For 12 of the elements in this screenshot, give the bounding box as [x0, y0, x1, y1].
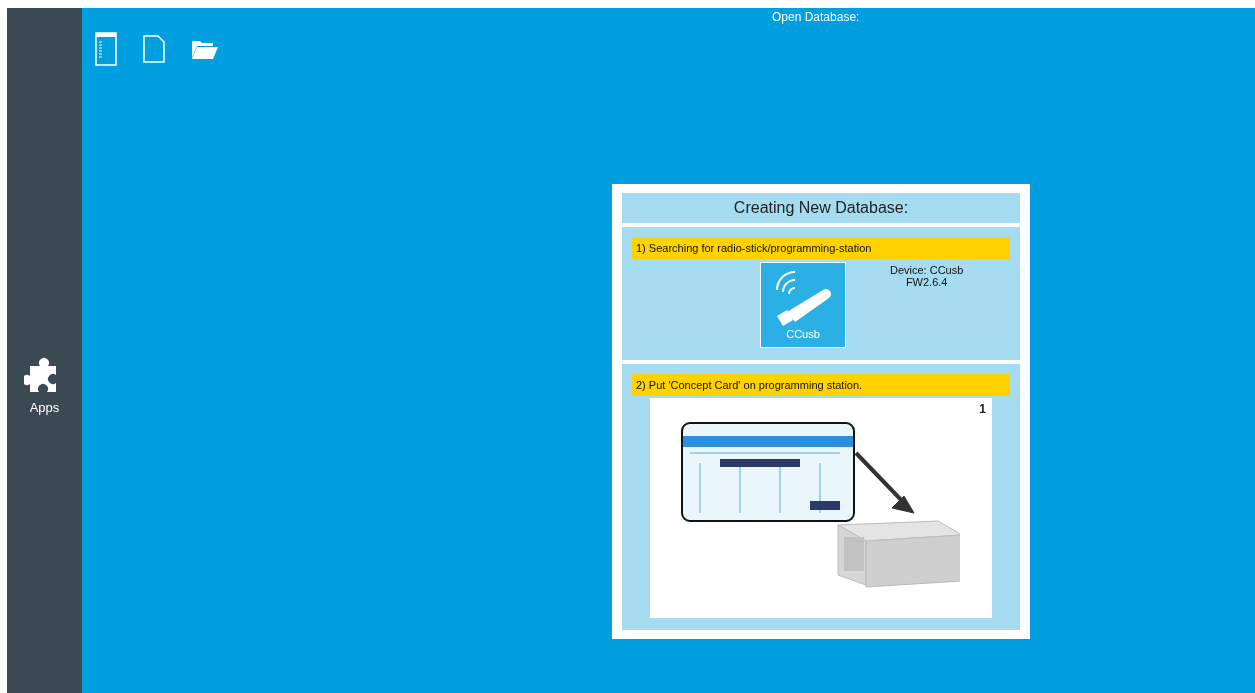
step-label: 1) Searching for radio-stick/programming-station	[632, 237, 1010, 259]
document-list-icon[interactable]	[95, 32, 117, 66]
toolbar-title: Open Database:	[772, 10, 860, 24]
apps-button[interactable]: Apps	[23, 356, 66, 415]
step-label: 2) Put 'Concept Card' on programming station.	[632, 374, 1010, 396]
blank-page-icon[interactable]	[143, 35, 165, 63]
page-number: 1	[979, 402, 986, 416]
device-info: Device: CCusb	[890, 264, 964, 276]
folder-icon[interactable]	[191, 38, 219, 60]
device-info: FW2.6.4	[905, 276, 948, 288]
dialog-title: Creating New Database:	[622, 193, 1020, 223]
usb-stick-icon	[773, 270, 833, 328]
